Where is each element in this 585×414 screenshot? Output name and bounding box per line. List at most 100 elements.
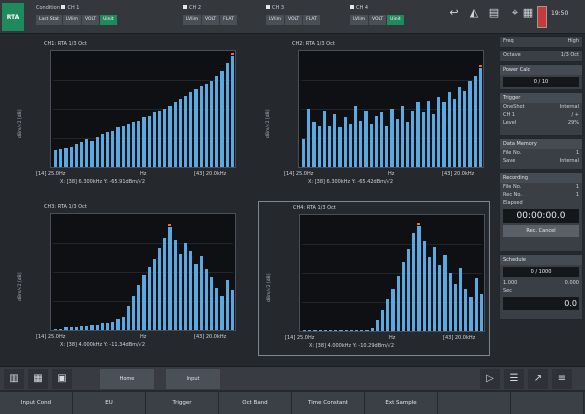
- ch4-x-end: [43] 20.0kHz: [443, 335, 476, 341]
- spectrum-bar: [395, 118, 399, 167]
- ch2-settings[interactable]: CH 2 LVlim VOLT FLAT: [183, 3, 263, 31]
- ch1-settings[interactable]: Condition CH 1 Last Stat LVlim VOLT Uini…: [36, 3, 176, 31]
- spectrum-bar: [438, 265, 442, 331]
- ch4-cursor-readout: X: [38] 4.000kHz Y: -10.29dBm/√2: [309, 343, 395, 349]
- spectrum-bar: [407, 249, 411, 331]
- freq-value: High: [567, 38, 580, 44]
- ch2-label: CH 2: [189, 5, 202, 11]
- mode-badge[interactable]: RTA: [2, 3, 24, 31]
- spectrum-bar: [474, 278, 478, 331]
- ch4-volt-button[interactable]: VOLT: [368, 15, 387, 25]
- fn-eu[interactable]: EU: [73, 392, 146, 414]
- rec-no-label: Rec No.: [503, 192, 522, 198]
- ch1-range-button[interactable]: LVlim: [62, 15, 81, 25]
- ch2-flat-button[interactable]: FLAT: [220, 15, 237, 25]
- settings-sliders-icon[interactable]: ≡: [552, 369, 572, 389]
- ch3-x-end: [43] 20.0kHz: [194, 334, 227, 340]
- peak-marker: [478, 64, 482, 67]
- spectrum-bar: [168, 105, 172, 167]
- return-icon[interactable]: ↩: [446, 5, 462, 21]
- trigger-box[interactable]: Trigger OneShot Internal CH 1 / + Level 29%: [499, 92, 583, 136]
- screen-capture-icon[interactable]: ▣: [52, 369, 72, 389]
- fn-ext-sample[interactable]: Ext Sample: [365, 392, 438, 414]
- spectrum-bar: [142, 117, 146, 167]
- ch3-plot[interactable]: [50, 213, 236, 331]
- spectrum-bar: [80, 142, 84, 167]
- rec-file-no-label: File No.: [503, 184, 522, 190]
- power-calc-value: 0 / 10: [503, 77, 579, 87]
- spectrum-bar: [116, 319, 120, 330]
- ch3-flat-button[interactable]: FLAT: [303, 15, 320, 25]
- data-memory-box[interactable]: Data Memory File No. 1 Save Internal: [499, 138, 583, 170]
- ch4-settings[interactable]: CH 4 LVlim VOLT Uinit: [350, 3, 442, 31]
- ch4-range-button[interactable]: LVlim: [350, 15, 368, 25]
- ch2-graph-panel[interactable]: CH2: RTA 1/3 Oct dBm/√2 [dB] [14] 25.0Hz…: [258, 38, 490, 193]
- spectrum-bar: [225, 279, 229, 330]
- fn-blank-2[interactable]: [511, 392, 584, 414]
- list-icon[interactable]: ☰: [504, 369, 524, 389]
- spectrum-bar: [126, 306, 131, 330]
- spectrum-bar: [348, 123, 353, 167]
- fn-oct-band[interactable]: Oct Band: [219, 392, 292, 414]
- spectrum-bar: [479, 294, 484, 331]
- spectrum-bar: [204, 84, 209, 167]
- ch1-uinit-button[interactable]: Uinit: [100, 15, 117, 25]
- spectrum-bar: [323, 330, 328, 331]
- ch1-plot[interactable]: [50, 50, 236, 168]
- tab-home[interactable]: Home: [100, 369, 154, 389]
- ch2-plot[interactable]: [298, 50, 484, 168]
- octave-label: Octave: [503, 52, 521, 58]
- ch3-cursor-readout: X: [38] 4.000kHz Y: -11.34dBm/√2: [60, 342, 146, 348]
- fn-trigger[interactable]: Trigger: [146, 392, 219, 414]
- memory-icon[interactable]: ▦: [520, 5, 536, 21]
- fn-time-constant[interactable]: Time Constant: [292, 392, 365, 414]
- fn-input-cond[interactable]: Input Cond: [0, 392, 73, 414]
- spectrum-bar: [194, 264, 198, 330]
- grid-view-icon[interactable]: ▦: [28, 369, 48, 389]
- trigger-channel: CH 1: [503, 112, 516, 118]
- ch4-plot[interactable]: [299, 214, 485, 332]
- ch4-graph-panel[interactable]: CH4: RTA 1/3 Oct dBm/√2 [dB] [14] 25.0Hz…: [258, 201, 490, 356]
- spectrum-bar: [391, 288, 395, 331]
- freq-label: Freq: [503, 38, 514, 44]
- spectrum-bar: [344, 330, 348, 331]
- spectrum-bar: [328, 125, 332, 167]
- rec-cancel-button[interactable]: Rec. Cancel: [503, 225, 579, 237]
- spectrum-bar: [59, 328, 63, 330]
- ch1-last-stat-button[interactable]: Last Stat: [36, 15, 62, 25]
- ch4-uinit-button[interactable]: Uinit: [387, 15, 404, 25]
- octave-setting[interactable]: Octave 1/3 Oct: [499, 50, 583, 62]
- spectrum-bar: [178, 253, 183, 330]
- spectrum-bar: [184, 95, 188, 167]
- recording-box[interactable]: Recording File No. 1 Rec No. 1 Elapsed 00:…: [499, 172, 583, 252]
- spectrum-bar: [147, 266, 151, 330]
- ch3-volt-button[interactable]: VOLT: [284, 15, 303, 25]
- spectrum-bar: [416, 102, 420, 167]
- ch3-settings[interactable]: CH 3 LVlim VOLT FLAT: [266, 3, 346, 31]
- schedule-box[interactable]: Schedule 0 / 1000 1.000 0.000 Sec 0.0: [499, 254, 583, 320]
- spectrum-bar: [417, 225, 421, 331]
- spectrum-bar: [333, 113, 337, 167]
- arrow-up-right-icon[interactable]: ↗: [528, 369, 548, 389]
- spectrum-bar: [158, 248, 162, 330]
- ch1-graph-panel[interactable]: CH1: RTA 1/3 Oct dBm/√2 [dB] [14] 25.0Hz…: [10, 38, 242, 193]
- printer-icon[interactable]: ▤: [486, 5, 502, 21]
- chart-icon[interactable]: ◭: [466, 5, 482, 21]
- spectrum-bar: [374, 115, 379, 167]
- power-calc-box[interactable]: Power Calc 0 / 10: [499, 64, 583, 90]
- ch2-range-button[interactable]: LVlim: [183, 15, 201, 25]
- freq-setting[interactable]: Freq High: [499, 36, 583, 48]
- play-icon[interactable]: ▷: [480, 369, 500, 389]
- ch3-graph-panel[interactable]: CH3: RTA 1/3 Oct dBm/√2 [dB] [14] 25.0Hz…: [10, 201, 242, 356]
- fn-blank-1[interactable]: [438, 392, 511, 414]
- spectrum-bar: [132, 295, 136, 330]
- ch1-volt-button[interactable]: VOLT: [81, 15, 100, 25]
- tab-input[interactable]: Input: [166, 369, 220, 389]
- data-memory-heading: Data Memory: [500, 139, 582, 149]
- spectrum-bar: [137, 120, 141, 167]
- spectrum-bar: [230, 55, 235, 167]
- ch3-range-button[interactable]: LVlim: [266, 15, 284, 25]
- bar-chart-icon[interactable]: ▥: [4, 369, 24, 389]
- spectrum-bar: [338, 127, 342, 167]
- ch2-volt-button[interactable]: VOLT: [201, 15, 220, 25]
